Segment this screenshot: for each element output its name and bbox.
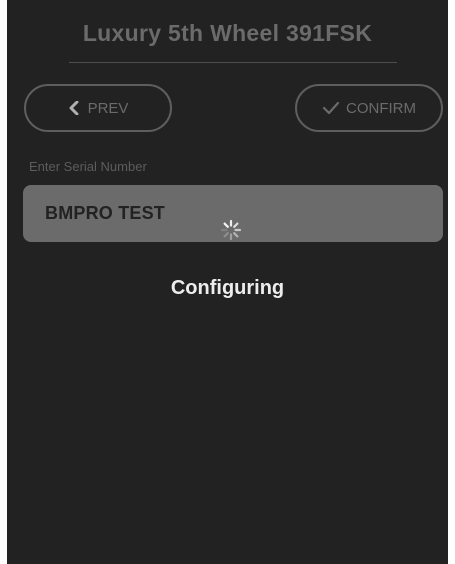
confirm-button[interactable]: CONFIRM (295, 84, 443, 132)
status-text: Configuring (170, 277, 285, 299)
checkmark-icon (322, 101, 340, 115)
chevron-left-icon (68, 101, 80, 115)
prev-button-label: PREV (87, 99, 129, 117)
prev-button[interactable]: PREV (24, 84, 172, 132)
spinner-icon (220, 219, 242, 241)
serial-number-value: BMPRO TEST (45, 203, 166, 223)
page-title: Luxury 5th Wheel 391FSK (82, 20, 373, 46)
serial-number-label: Enter Serial Number (29, 159, 147, 174)
app-screen: Luxury 5th Wheel 391FSK PREV CONFIRM Ent… (7, 0, 448, 564)
title-divider (69, 62, 397, 63)
confirm-button-label: CONFIRM (346, 99, 416, 117)
